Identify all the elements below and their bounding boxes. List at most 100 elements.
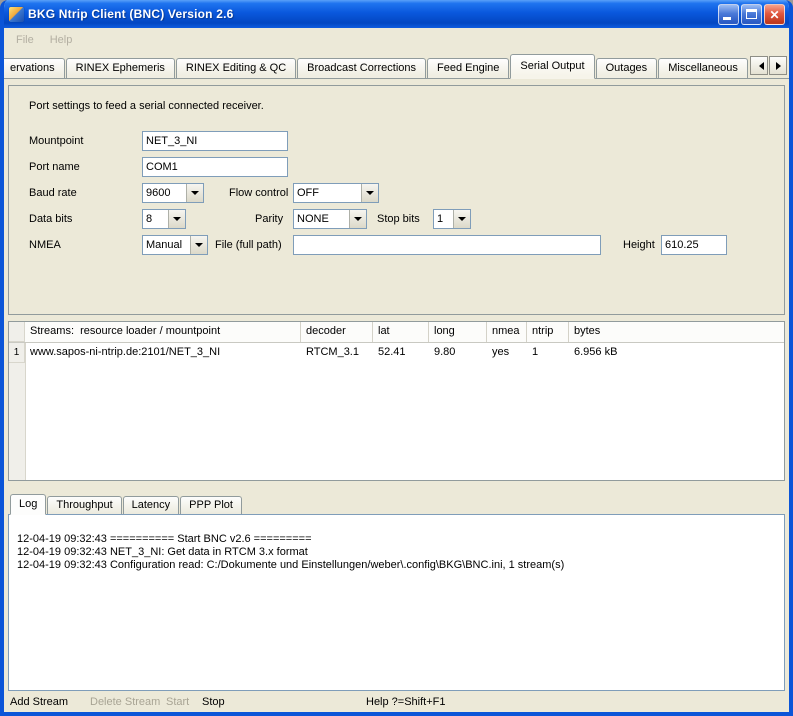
stop-bits-dropdown-button[interactable]	[453, 210, 470, 228]
baud-rate-select[interactable]: 9600	[142, 183, 204, 203]
tab-broadcast-corrections[interactable]: Broadcast Corrections	[297, 58, 426, 78]
data-bits-select[interactable]: 8	[142, 209, 186, 229]
app-window: BKG Ntrip Client (BNC) Version 2.6 ✕ Fil…	[0, 0, 793, 716]
cell-ntrip: 1	[527, 343, 569, 363]
chevron-down-icon	[354, 217, 362, 225]
footer: Add Stream Delete Stream Start Stop Help…	[4, 691, 789, 716]
tab-throughput[interactable]: Throughput	[47, 496, 121, 514]
header-decoder: decoder	[301, 322, 373, 342]
chevron-down-icon	[366, 191, 374, 199]
data-bits-dropdown-button[interactable]	[168, 210, 185, 228]
data-bits-value: 8	[143, 213, 168, 225]
tab-feed-engine[interactable]: Feed Engine	[427, 58, 509, 78]
data-bits-label: Data bits	[29, 213, 72, 225]
nmea-value: Manual	[143, 239, 190, 251]
row-number: 1	[9, 343, 25, 363]
tab-latency[interactable]: Latency	[123, 496, 180, 514]
nmea-dropdown-button[interactable]	[190, 236, 207, 254]
flow-control-select[interactable]: OFF	[293, 183, 379, 203]
parity-dropdown-button[interactable]	[349, 210, 366, 228]
mountpoint-input[interactable]	[142, 131, 288, 151]
header-nmea: nmea	[487, 322, 527, 342]
nmea-label: NMEA	[29, 239, 61, 251]
titlebar[interactable]: BKG Ntrip Client (BNC) Version 2.6 ✕	[4, 0, 789, 28]
tab-rinex-ephemeris[interactable]: RINEX Ephemeris	[66, 58, 175, 78]
height-input[interactable]	[661, 235, 727, 255]
tab-rinex-editing-qc[interactable]: RINEX Editing & QC	[176, 58, 296, 78]
top-tabbar: ervations RINEX Ephemeris RINEX Editing …	[4, 51, 789, 79]
stop-bits-select[interactable]: 1	[433, 209, 471, 229]
maximize-button[interactable]	[741, 4, 762, 25]
window-title: BKG Ntrip Client (BNC) Version 2.6	[28, 7, 718, 21]
corner-header-cell	[9, 322, 25, 342]
panel-description: Port settings to feed a serial connected…	[29, 100, 264, 112]
chevron-down-icon	[191, 191, 199, 199]
log-line: 12-04-19 09:32:43 ========== Start BNC v…	[17, 533, 776, 546]
tab-scroll-left-button[interactable]	[750, 56, 768, 75]
parity-select[interactable]: NONE	[293, 209, 367, 229]
baud-rate-value: 9600	[143, 187, 186, 199]
close-button[interactable]: ✕	[764, 4, 785, 25]
bottom-tabbar: Log Throughput Latency PPP Plot	[8, 492, 785, 514]
log-output[interactable]: 12-04-19 09:32:43 ========== Start BNC v…	[8, 514, 785, 691]
close-icon: ✕	[765, 6, 784, 24]
cell-nmea: yes	[487, 343, 527, 363]
window-controls: ✕	[718, 4, 785, 25]
parity-value: NONE	[294, 213, 349, 225]
tab-scroll-buttons	[750, 56, 787, 75]
nmea-select[interactable]: Manual	[142, 235, 208, 255]
tab-outages[interactable]: Outages	[596, 58, 658, 78]
tab-serial-output[interactable]: Serial Output	[510, 54, 594, 79]
parity-label: Parity	[255, 213, 283, 225]
cell-lat: 52.41	[373, 343, 429, 363]
start-button[interactable]: Start	[166, 696, 189, 708]
tab-scroll-right-button[interactable]	[769, 56, 787, 75]
header-long: long	[429, 322, 487, 342]
streams-header-row: Streams: resource loader / mountpoint de…	[9, 322, 784, 343]
app-icon[interactable]	[9, 7, 24, 22]
header-ntrip: ntrip	[527, 322, 569, 342]
cell-mountpoint: www.sapos-ni-ntrip.de:2101/NET_3_NI	[25, 343, 301, 363]
help-shortcut-label[interactable]: Help ?=Shift+F1	[366, 696, 446, 708]
chevron-right-icon	[776, 62, 785, 70]
stop-bits-label: Stop bits	[377, 213, 420, 225]
header-lat: lat	[373, 322, 429, 342]
add-stream-button[interactable]: Add Stream	[10, 696, 68, 708]
streams-table: Streams: resource loader / mountpoint de…	[8, 321, 785, 481]
chevron-left-icon	[755, 62, 764, 70]
file-path-input[interactable]	[293, 235, 601, 255]
cell-long: 9.80	[429, 343, 487, 363]
delete-stream-button[interactable]: Delete Stream	[90, 696, 160, 708]
log-line: 12-04-19 09:32:43 Configuration read: C:…	[17, 559, 776, 572]
flow-control-label: Flow control	[229, 187, 288, 199]
tab-miscellaneous[interactable]: Miscellaneous	[658, 58, 748, 78]
minimize-icon	[723, 17, 731, 20]
baud-rate-label: Baud rate	[29, 187, 77, 199]
minimize-button[interactable]	[718, 4, 739, 25]
menubar: File Help	[4, 28, 789, 51]
baud-rate-dropdown-button[interactable]	[186, 184, 203, 202]
mountpoint-label: Mountpoint	[29, 135, 83, 147]
port-name-input[interactable]	[142, 157, 288, 177]
cell-decoder: RTCM_3.1	[301, 343, 373, 363]
flow-control-dropdown-button[interactable]	[361, 184, 378, 202]
flow-control-value: OFF	[294, 187, 361, 199]
menu-file[interactable]: File	[8, 31, 42, 49]
stop-button[interactable]: Stop	[202, 696, 225, 708]
cell-bytes: 6.956 kB	[569, 343, 784, 363]
maximize-icon	[746, 9, 757, 19]
table-row[interactable]: 1 www.sapos-ni-ntrip.de:2101/NET_3_NI RT…	[9, 343, 784, 363]
tab-ppp-plot[interactable]: PPP Plot	[180, 496, 242, 514]
height-label: Height	[623, 239, 655, 251]
stop-bits-value: 1	[434, 213, 453, 225]
log-line: 12-04-19 09:32:43 NET_3_NI: Get data in …	[17, 546, 776, 559]
tab-log[interactable]: Log	[10, 494, 46, 515]
menu-help[interactable]: Help	[42, 31, 81, 49]
header-bytes: bytes	[569, 322, 784, 342]
serial-output-panel: Port settings to feed a serial connected…	[8, 85, 785, 315]
file-path-label: File (full path)	[215, 239, 282, 251]
chevron-down-icon	[195, 243, 203, 251]
tab-observations[interactable]: ervations	[4, 58, 65, 78]
chevron-down-icon	[173, 217, 181, 225]
port-name-label: Port name	[29, 161, 80, 173]
